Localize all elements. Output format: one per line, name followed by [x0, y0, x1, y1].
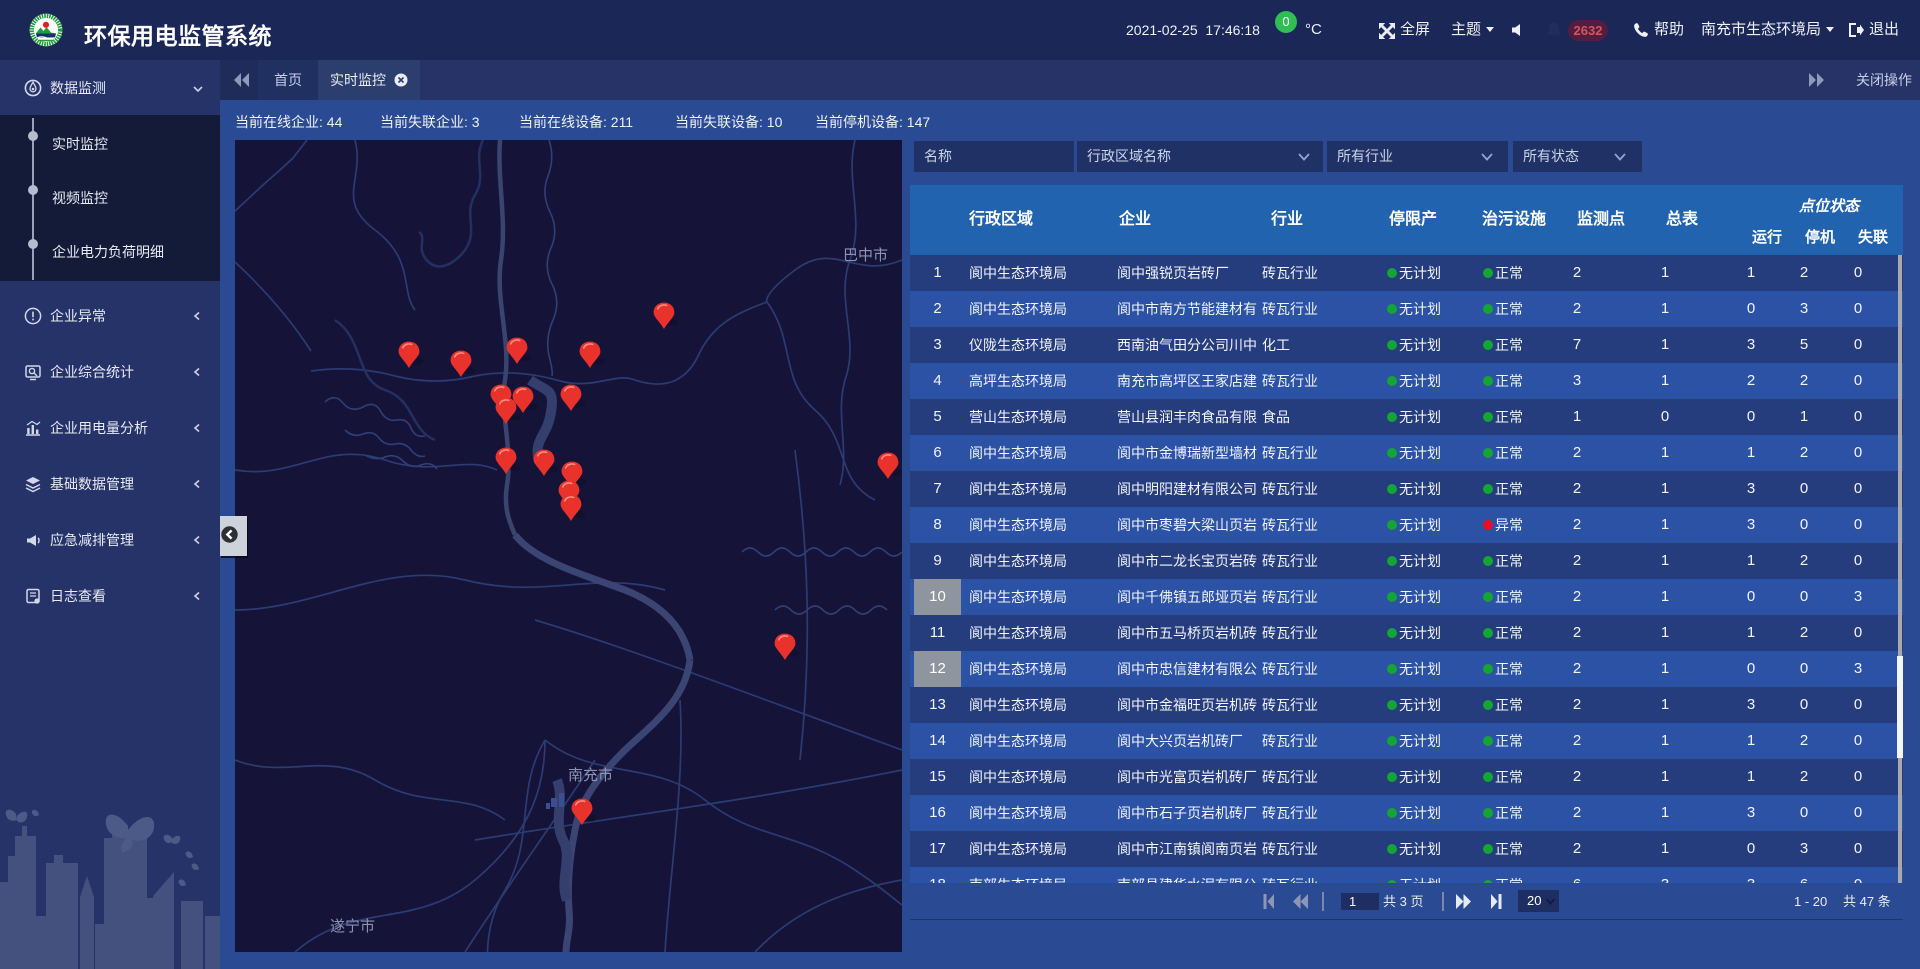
svg-text:巴中市: 巴中市 — [843, 247, 888, 264]
svg-text:遂宁市: 遂宁市 — [330, 918, 375, 935]
svg-text:南充市: 南充市 — [568, 767, 613, 784]
